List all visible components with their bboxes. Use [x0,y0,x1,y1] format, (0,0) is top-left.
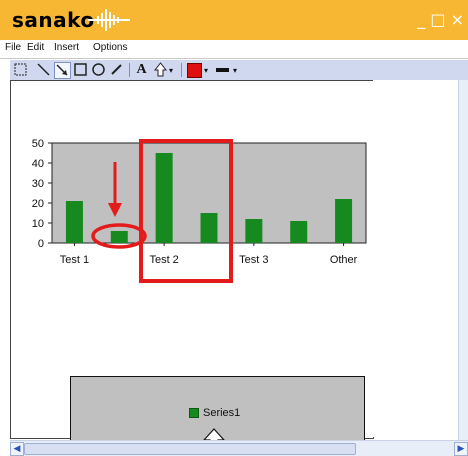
text-tool-icon[interactable]: A [134,62,149,77]
legend-swatch [189,408,199,418]
scroll-right-icon[interactable]: ▶ [454,442,468,456]
line-tool-icon[interactable] [36,62,51,77]
toolbar-separator [181,63,182,77]
window-controls[interactable]: _ □ × [417,10,464,29]
menu-insert[interactable]: Insert [54,42,79,53]
bar [245,219,263,243]
app-logo: sanako [12,8,95,32]
bar [200,213,218,243]
line-style-icon[interactable] [216,68,229,72]
bar [65,201,83,243]
x-tick-label: Other [330,254,358,266]
ellipse-tool-icon[interactable] [91,62,106,77]
bar [110,231,128,243]
bar [155,153,173,243]
legend-label: Series1 [203,407,241,419]
y-tick-label: 0 [38,238,44,250]
y-tick-label: 20 [32,198,44,210]
chevron-down-icon[interactable]: ▾ [233,66,237,75]
y-tick-label: 30 [32,178,44,190]
menu-bar: File Edit Insert Options [0,40,468,59]
menu-options[interactable]: Options [93,42,127,53]
x-tick-label: Test 2 [149,254,178,266]
pencil-tool-icon[interactable] [109,62,124,77]
right-panel [373,80,468,437]
select-rect-icon[interactable] [13,62,28,77]
rectangle-tool-icon[interactable] [73,62,88,77]
x-tick-label: Test 3 [239,254,268,266]
y-tick-label: 50 [32,138,44,150]
chevron-down-icon[interactable]: ▾ [169,66,173,75]
menu-edit[interactable]: Edit [27,42,44,53]
scroll-left-icon[interactable]: ◀ [10,442,24,456]
fill-color-swatch[interactable] [187,63,202,78]
legend-entry: Series1 [189,407,240,419]
y-tick-label: 40 [32,158,44,170]
toolbar-separator [129,63,130,77]
scroll-thumb[interactable] [24,443,356,455]
horizontal-scrollbar[interactable]: ◀ ▶ [10,440,468,456]
chevron-down-icon[interactable]: ▾ [204,66,208,75]
drawing-canvas[interactable]: 0 10 20 30 40 50 Test 1 Test 2 Test 3 Other Serie… [10,80,374,454]
menu-file[interactable]: File [5,42,21,53]
arrow-tool-icon[interactable] [54,62,71,79]
arrow-up-tool-icon[interactable] [153,62,168,77]
bar [290,221,308,243]
y-tick-label: 10 [32,218,44,230]
vertical-scrollbar[interactable] [458,80,468,440]
sound-wave-icon [88,9,130,31]
x-tick-label: Test 1 [60,254,89,266]
drawing-toolbar: A ▾ ▾ ▾ [10,60,468,81]
bar [335,199,353,243]
title-bar: sanako _ □ × [0,0,468,40]
